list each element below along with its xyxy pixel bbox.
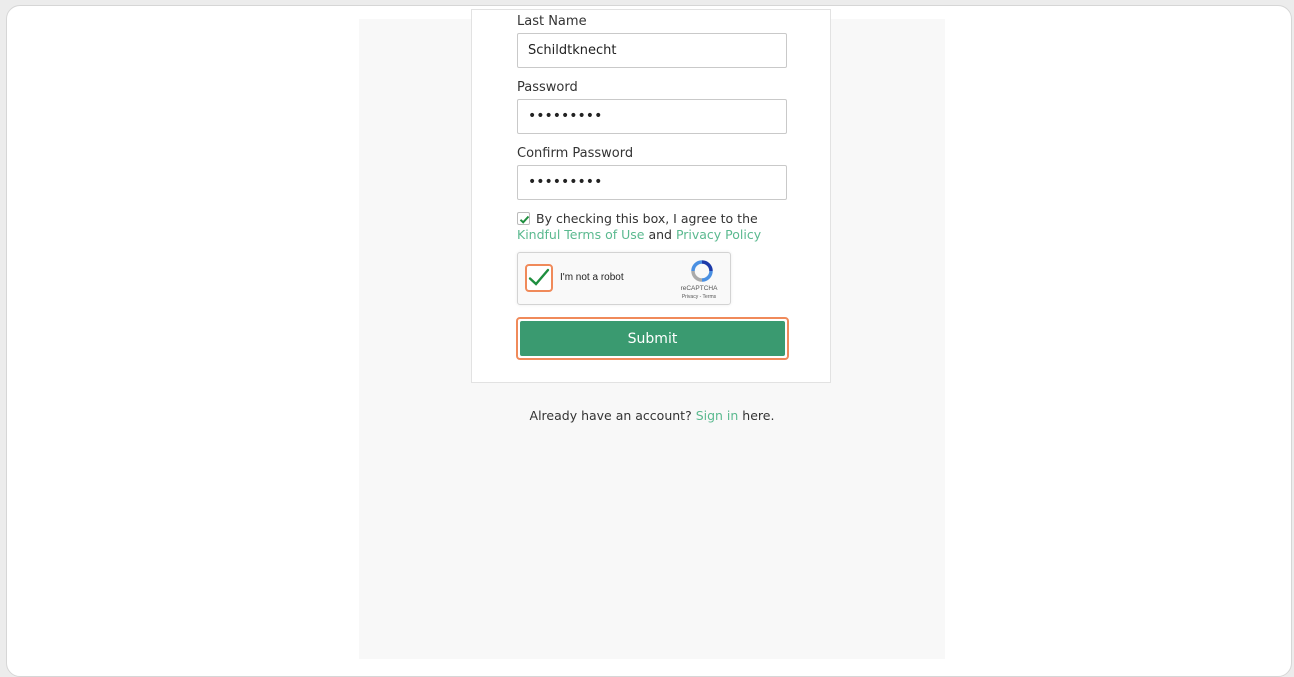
confirm-password-field[interactable]: •••••••••: [517, 165, 787, 200]
terms-of-use-link[interactable]: Kindful Terms of Use: [517, 227, 644, 242]
terms-checkbox[interactable]: [517, 212, 530, 225]
password-field[interactable]: •••••••••: [517, 99, 787, 134]
already-account-text: Already have an account? Sign in here.: [359, 408, 945, 423]
submit-highlight: Submit: [516, 317, 789, 360]
password-label: Password: [517, 80, 578, 95]
agree-text: By checking this box, I agree to the: [536, 211, 758, 226]
browser-window: Last Name Schildtknecht Password •••••••…: [6, 5, 1292, 677]
recaptcha-check-icon: [528, 268, 550, 286]
submit-button[interactable]: Submit: [520, 321, 785, 356]
confirm-password-label: Confirm Password: [517, 146, 634, 161]
last-name-field[interactable]: Schildtknecht: [517, 33, 787, 68]
recaptcha-checkbox[interactable]: [525, 264, 553, 292]
and-text: and: [644, 227, 676, 242]
terms-agreement: By checking this box, I agree to the Kin…: [517, 211, 787, 243]
already-prefix: Already have an account?: [529, 408, 696, 423]
recaptcha-logo-icon: [691, 260, 713, 282]
recaptcha-privacy-terms[interactable]: Privacy - Terms: [670, 294, 728, 300]
signup-panel: Last Name Schildtknecht Password •••••••…: [359, 9, 945, 659]
sign-in-link[interactable]: Sign in: [696, 408, 739, 423]
signup-card: Last Name Schildtknecht Password •••••••…: [471, 9, 831, 383]
recaptcha-brand: reCAPTCHA: [680, 285, 718, 292]
check-icon: [519, 215, 530, 224]
already-suffix: here.: [738, 408, 775, 423]
recaptcha-widget: I'm not a robot reCAPTCHA Privacy - Term…: [517, 252, 731, 305]
recaptcha-label: I'm not a robot: [560, 272, 624, 283]
privacy-policy-link[interactable]: Privacy Policy: [676, 227, 761, 242]
last-name-label: Last Name: [517, 14, 587, 29]
